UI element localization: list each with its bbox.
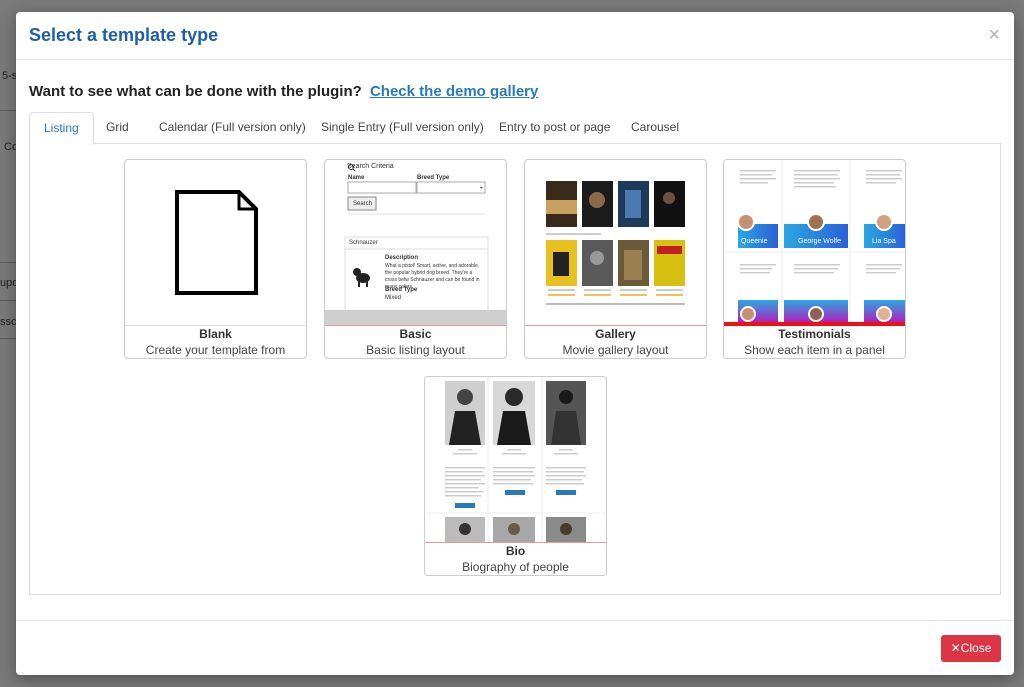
basic-thumbnail: Search Criteria Name Breed Type Search S… xyxy=(325,160,506,326)
template-tabs: Listing Grid Calendar (Full version only… xyxy=(29,112,1001,145)
template-card-bio[interactable]: Bio Biography of people xyxy=(424,376,607,576)
listing-panel: Blank Create your template from scratch … xyxy=(29,143,1001,595)
template-subtitle: Movie gallery layout xyxy=(562,343,669,357)
movie-posters-preview xyxy=(546,181,685,305)
testimonial-name: George Wolfe xyxy=(798,238,842,245)
template-title: Basic xyxy=(399,327,432,341)
modal-header: Select a template type × xyxy=(16,12,1014,60)
template-card-basic[interactable]: Search Criteria Name Breed Type Search S… xyxy=(324,159,507,359)
intro-text: Want to see what can be done with the pl… xyxy=(29,83,538,100)
template-card-gallery[interactable]: Gallery Movie gallery layout xyxy=(524,159,707,359)
breed-field-label: Breed Type xyxy=(417,175,450,181)
template-subtitle: Biography of people xyxy=(462,560,569,574)
close-x-icon: ✕ xyxy=(950,641,961,655)
bio-thumbnail xyxy=(425,377,606,543)
background-divider xyxy=(0,300,16,301)
tab-carousel[interactable]: Carousel xyxy=(617,112,693,144)
tab-entry-to-post[interactable]: Entry to post or page xyxy=(485,112,624,144)
background-divider xyxy=(0,262,16,263)
gallery-thumbnail xyxy=(525,160,706,326)
close-button-label: Close xyxy=(960,641,992,655)
preview-search-button: Search xyxy=(353,201,373,207)
template-subtitle: Basic listing layout xyxy=(366,343,465,357)
tab-single-entry[interactable]: Single Entry (Full version only) xyxy=(307,112,498,144)
testimonials-thumbnail: Queenie George Wolfe Lia Spa xyxy=(724,160,905,326)
close-button[interactable]: ✕Close xyxy=(941,635,1001,662)
name-field-label: Name xyxy=(348,175,365,181)
background-divider xyxy=(0,110,16,111)
template-card-blank[interactable]: Blank Create your template from scratch xyxy=(124,159,307,359)
modal-title: Select a template type xyxy=(29,25,219,45)
template-title: Testimonials xyxy=(778,327,851,341)
background-text: ssc xyxy=(0,316,17,328)
background-text: 5-s xyxy=(2,70,18,82)
close-icon[interactable]: × xyxy=(988,24,1000,47)
template-subtitle: Show each item in a panel xyxy=(744,343,885,357)
blank-thumbnail xyxy=(125,160,306,326)
modal-footer: ✕Close xyxy=(16,620,1014,675)
template-type-modal: Select a template type × Want to see wha… xyxy=(16,12,1014,675)
demo-gallery-link[interactable]: Check the demo gallery xyxy=(370,83,538,100)
bio-portraits-preview xyxy=(425,377,606,542)
template-subtitle: Create your template from scratch xyxy=(145,343,286,358)
preview-breed-type-label: Breed Type xyxy=(385,287,418,293)
preview-item-name: Schnauzer xyxy=(349,240,378,246)
template-card-testimonials[interactable]: Queenie George Wolfe Lia Spa Testimonial… xyxy=(723,159,906,359)
template-title: Gallery xyxy=(595,327,636,341)
tab-grid[interactable]: Grid xyxy=(92,112,143,144)
preview-breed-value: Mixed xyxy=(385,295,402,301)
blank-document-icon xyxy=(175,190,258,295)
preview-desc-label: Description xyxy=(385,255,419,261)
tab-listing[interactable]: Listing xyxy=(29,112,94,145)
template-title: Blank xyxy=(199,327,232,341)
testimonial-name: Lia Spa xyxy=(872,238,896,245)
template-title: Bio xyxy=(505,544,526,558)
testimonial-name: Queenie xyxy=(741,238,768,245)
tab-calendar[interactable]: Calendar (Full version only) xyxy=(145,112,320,144)
intro-label: Want to see what can be done with the pl… xyxy=(29,83,362,100)
background-divider xyxy=(0,338,16,339)
